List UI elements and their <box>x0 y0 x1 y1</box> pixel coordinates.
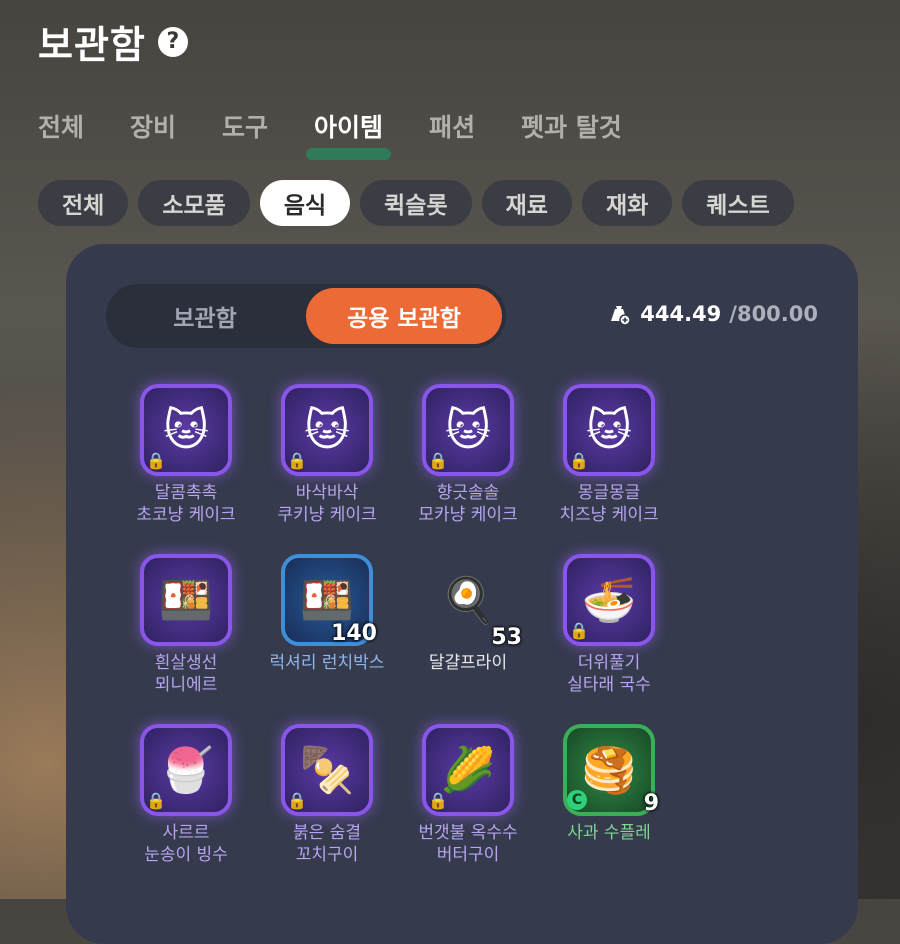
item-tile[interactable]: 🍳 53 <box>422 554 522 650</box>
item-slot[interactable]: 🌽 🔒 번갯불 옥수수 버터구이 <box>398 724 538 894</box>
item-slot[interactable]: 🐱 🔒 향긋솔솔 모카냥 케이크 <box>398 384 538 554</box>
lock-icon: 🔒 <box>287 791 307 810</box>
item-slot[interactable]: 🐱 🔒 몽글몽글 치즈냥 케이크 <box>539 384 679 554</box>
item-count: 53 <box>491 625 522 650</box>
lock-icon: 🔒 <box>287 451 307 470</box>
item-tile[interactable]: 🥞 C 9 <box>563 724 659 816</box>
filter-consumables[interactable]: 소모품 <box>138 180 250 226</box>
lock-icon: 🔒 <box>146 791 166 810</box>
item-tile[interactable]: 🐱 🔒 <box>422 384 514 476</box>
item-tile[interactable]: 🐱 🔒 <box>563 384 655 476</box>
item-name: 바삭바삭 쿠키냥 케이크 <box>277 483 377 525</box>
item-name: 달걀프라이 <box>428 653 508 673</box>
shared-storage-button[interactable]: 공용 보관함 <box>306 288 502 344</box>
weight-capacity: 444.49/800.00 <box>608 302 818 326</box>
tab-pets-mounts[interactable]: 펫과 탈것 <box>521 108 622 144</box>
page-title: 보관함 <box>38 23 146 67</box>
tab-fashion[interactable]: 패션 <box>429 108 475 144</box>
item-slot[interactable]: 🍜 🔒 더위풀기 실타래 국수 <box>539 554 679 724</box>
lock-icon: 🔒 <box>569 621 589 640</box>
help-icon[interactable]: ? <box>157 26 188 57</box>
item-slot[interactable]: 🍳 53 달걀프라이 <box>398 554 538 724</box>
storage-toggle: 보관함 공용 보관함 <box>106 284 506 348</box>
item-name: 달콤촉촉 초코냥 케이크 <box>136 483 236 525</box>
item-slot[interactable]: 🥞 C 9 사과 수플레 <box>539 724 679 894</box>
tradeable-icon: C <box>567 790 587 810</box>
page-header: 보관함 ? <box>38 14 188 69</box>
tab-equipment[interactable]: 장비 <box>130 108 176 144</box>
lock-icon: 🔒 <box>428 451 448 470</box>
item-slot[interactable]: 🍧 🔒 사르르 눈송이 빙수 <box>116 724 256 894</box>
tab-tools[interactable]: 도구 <box>222 108 268 144</box>
item-slot[interactable]: 🍱 흰살생선 뫼니에르 <box>116 554 256 724</box>
filter-food[interactable]: 음식 <box>259 180 351 226</box>
filter-quest[interactable]: 퀘스트 <box>682 180 794 226</box>
item-name: 사과 수플레 <box>567 823 651 843</box>
item-name: 번갯불 옥수수 버터구이 <box>418 823 518 865</box>
weight-used: 444.49 <box>640 302 722 326</box>
item-tile[interactable]: 🍧 🔒 <box>140 724 232 816</box>
lock-icon: 🔒 <box>428 791 448 810</box>
tab-all[interactable]: 전체 <box>38 108 84 144</box>
main-tabs: 전체 장비 도구 아이템 패션 펫과 탈것 <box>38 108 668 160</box>
item-slot[interactable]: 🍱 140 럭셔리 런치박스 <box>257 554 397 724</box>
lock-icon: 🔒 <box>569 451 589 470</box>
item-count: 140 <box>331 621 377 646</box>
item-tile[interactable]: 🌽 🔒 <box>422 724 514 816</box>
category-filter: 전체 소모품 음식 퀵슬롯 재료 재화 퀘스트 <box>38 180 794 226</box>
lock-icon: 🔒 <box>146 451 166 470</box>
weight-max: /800.00 <box>729 302 818 326</box>
filter-currency[interactable]: 재화 <box>581 180 673 226</box>
item-tile[interactable]: 🍢 🔒 <box>281 724 373 816</box>
item-tile[interactable]: 🍱 <box>140 554 232 646</box>
item-slot[interactable]: 🐱 🔒 바삭바삭 쿠키냥 케이크 <box>257 384 397 554</box>
item-name: 더위풀기 실타래 국수 <box>567 653 651 695</box>
filter-quickslot[interactable]: 퀵슬롯 <box>360 180 472 226</box>
item-name: 몽글몽글 치즈냥 케이크 <box>559 483 659 525</box>
item-tile[interactable]: 🍜 🔒 <box>563 554 655 646</box>
item-slot[interactable]: 🍢 🔒 붉은 숨결 꼬치구이 <box>257 724 397 894</box>
tab-items[interactable]: 아이템 <box>306 108 392 160</box>
item-grid: 🐱 🔒 달콤촉촉 초코냥 케이크 🐱 🔒 바삭바삭 쿠키냥 케이크 🐱 🔒 향긋… <box>116 384 679 894</box>
item-name: 흰살생선 뫼니에르 <box>154 653 218 695</box>
item-name: 사르르 눈송이 빙수 <box>144 823 228 865</box>
item-tile[interactable]: 🍱 140 <box>281 554 377 646</box>
storage-panel: 보관함 공용 보관함 444.49/800.00 🐱 🔒 달콤촉촉 초코냥 케이… <box>66 244 858 944</box>
item-name: 럭셔리 런치박스 <box>269 653 385 673</box>
item-tile[interactable]: 🐱 🔒 <box>281 384 373 476</box>
filter-all[interactable]: 전체 <box>38 180 129 226</box>
item-tile[interactable]: 🐱 🔒 <box>140 384 232 476</box>
personal-storage-button[interactable]: 보관함 <box>110 288 300 344</box>
filter-materials[interactable]: 재료 <box>481 180 572 226</box>
item-slot[interactable]: 🐱 🔒 달콤촉촉 초코냥 케이크 <box>116 384 256 554</box>
weight-icon <box>611 306 631 326</box>
item-name: 붉은 숨결 꼬치구이 <box>293 823 361 865</box>
fish-meuniere-icon: 🍱 <box>158 575 214 626</box>
item-count: 9 <box>643 791 659 816</box>
item-name: 향긋솔솔 모카냥 케이크 <box>418 483 518 525</box>
